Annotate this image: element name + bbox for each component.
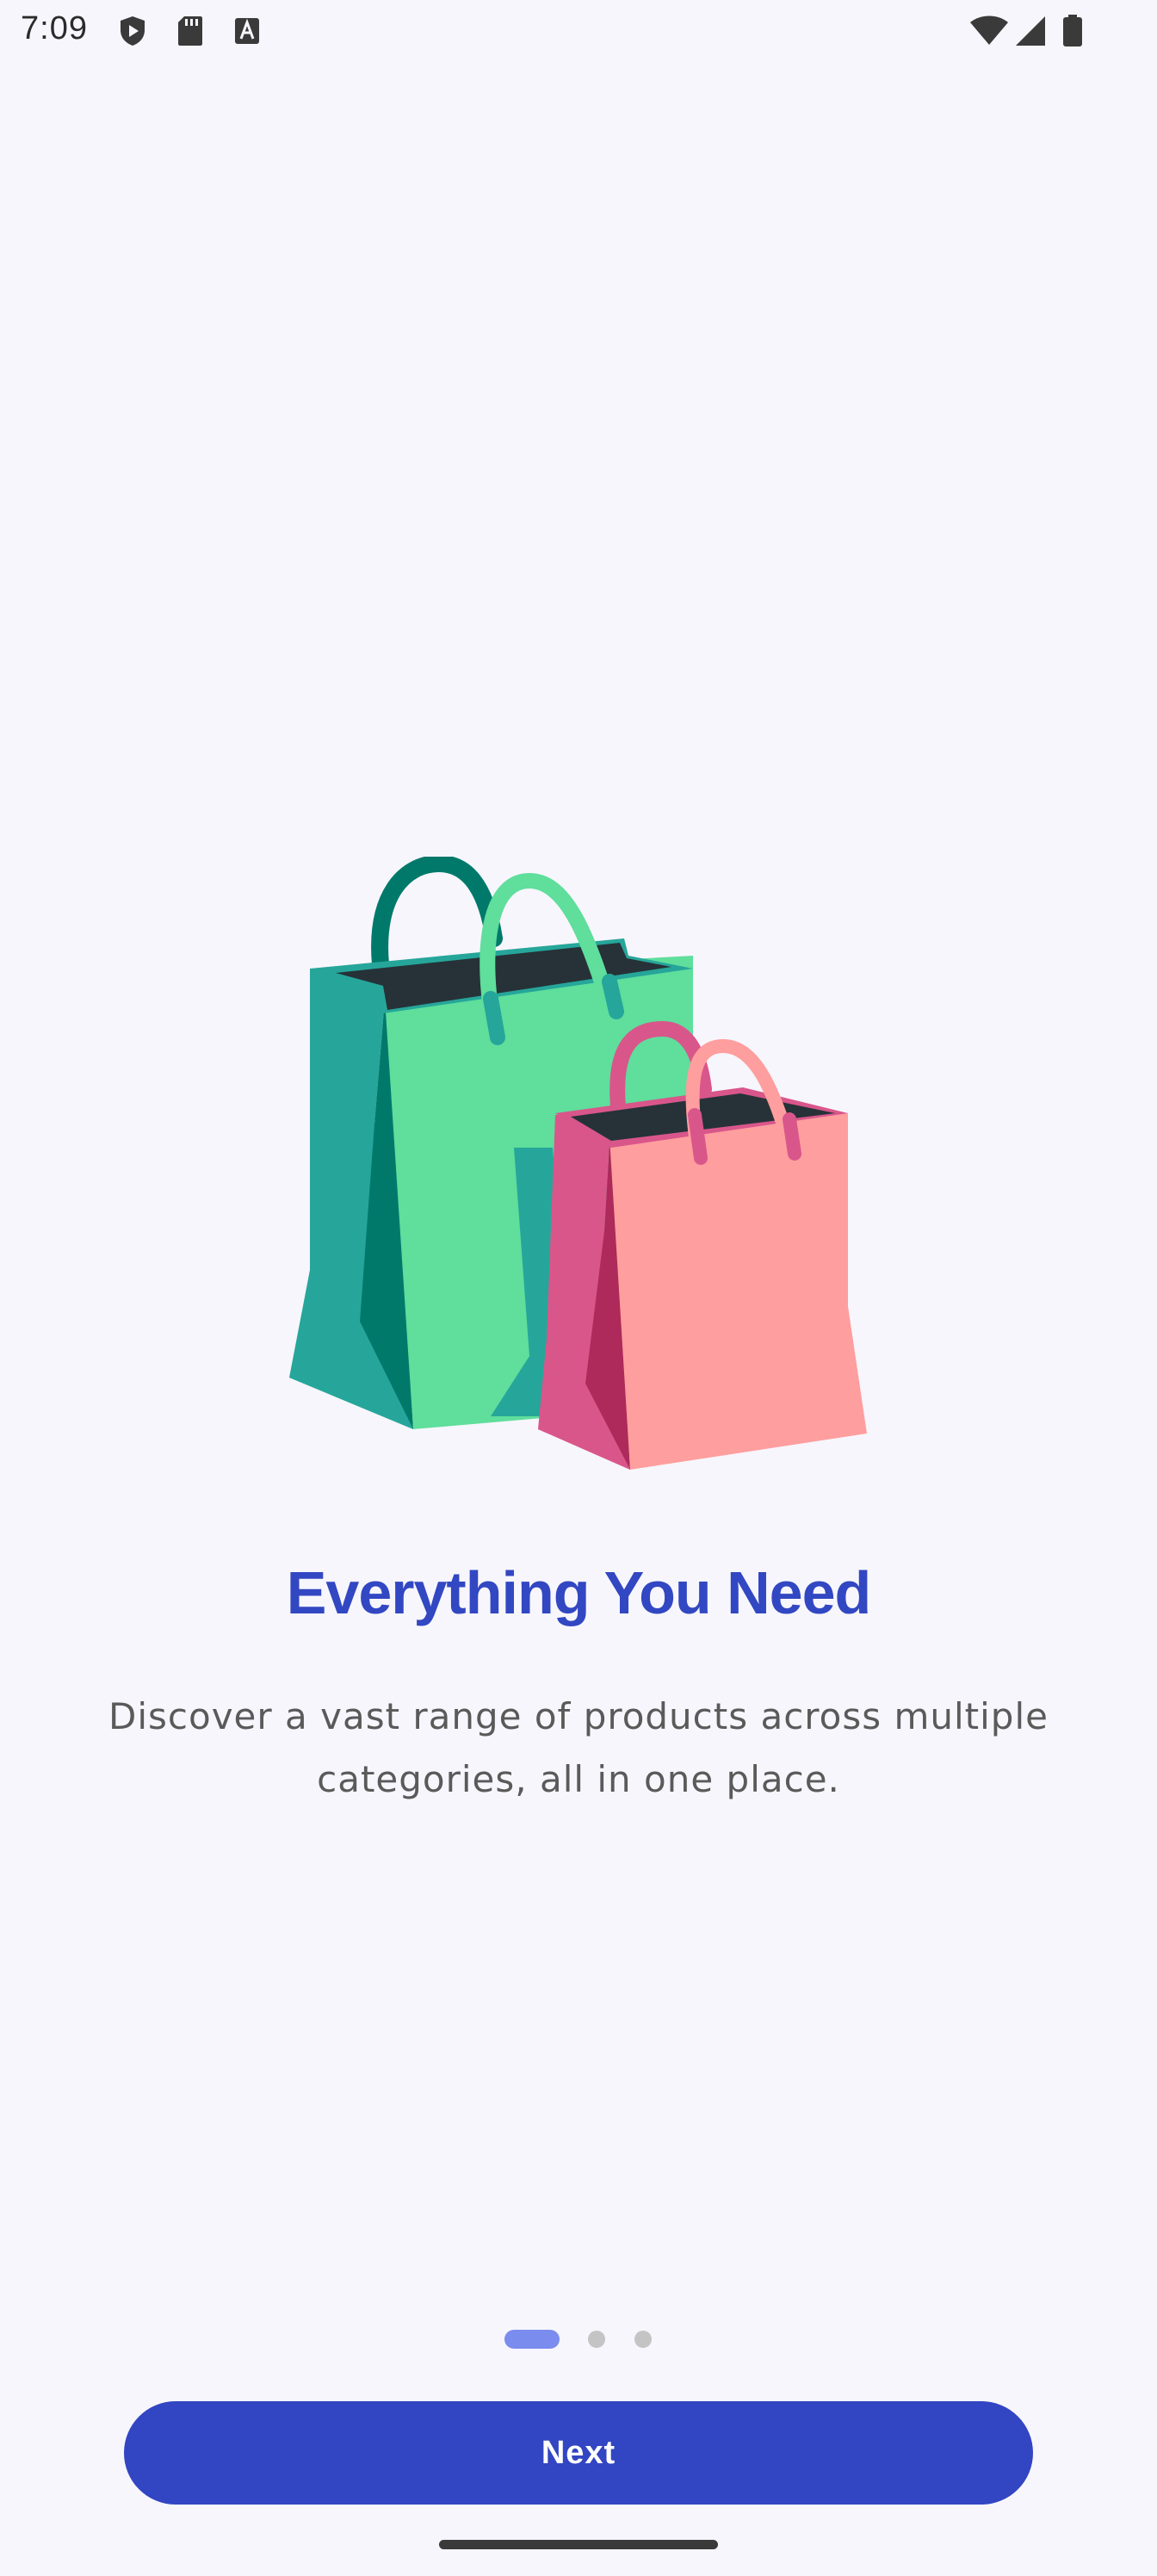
onboarding-description: Discover a vast range of products across… [108, 1695, 1049, 1800]
status-time: 7:09 [21, 10, 88, 46]
cell-signal-icon [1016, 16, 1045, 46]
status-bar: 7:09 [0, 0, 1157, 62]
shopping-bags-illustration [289, 857, 867, 1470]
next-button[interactable]: Next [124, 2401, 1033, 2505]
onboarding-screen: 7:09 Everything You Need Discover a vast… [0, 0, 1157, 2576]
home-indicator[interactable] [439, 2540, 718, 2549]
onboarding-title: Everything You Need [286, 1559, 872, 1626]
page-indicator-dot [634, 2331, 652, 2348]
page-indicator-dot-active [504, 2330, 560, 2349]
battery-icon [1063, 15, 1082, 46]
font-a-icon [235, 18, 259, 44]
sd-card-icon [178, 16, 202, 46]
wifi-icon [970, 15, 1008, 45]
page-indicator-dot [588, 2331, 605, 2348]
shield-play-icon [121, 16, 145, 46]
page-indicator [0, 2330, 1157, 2350]
